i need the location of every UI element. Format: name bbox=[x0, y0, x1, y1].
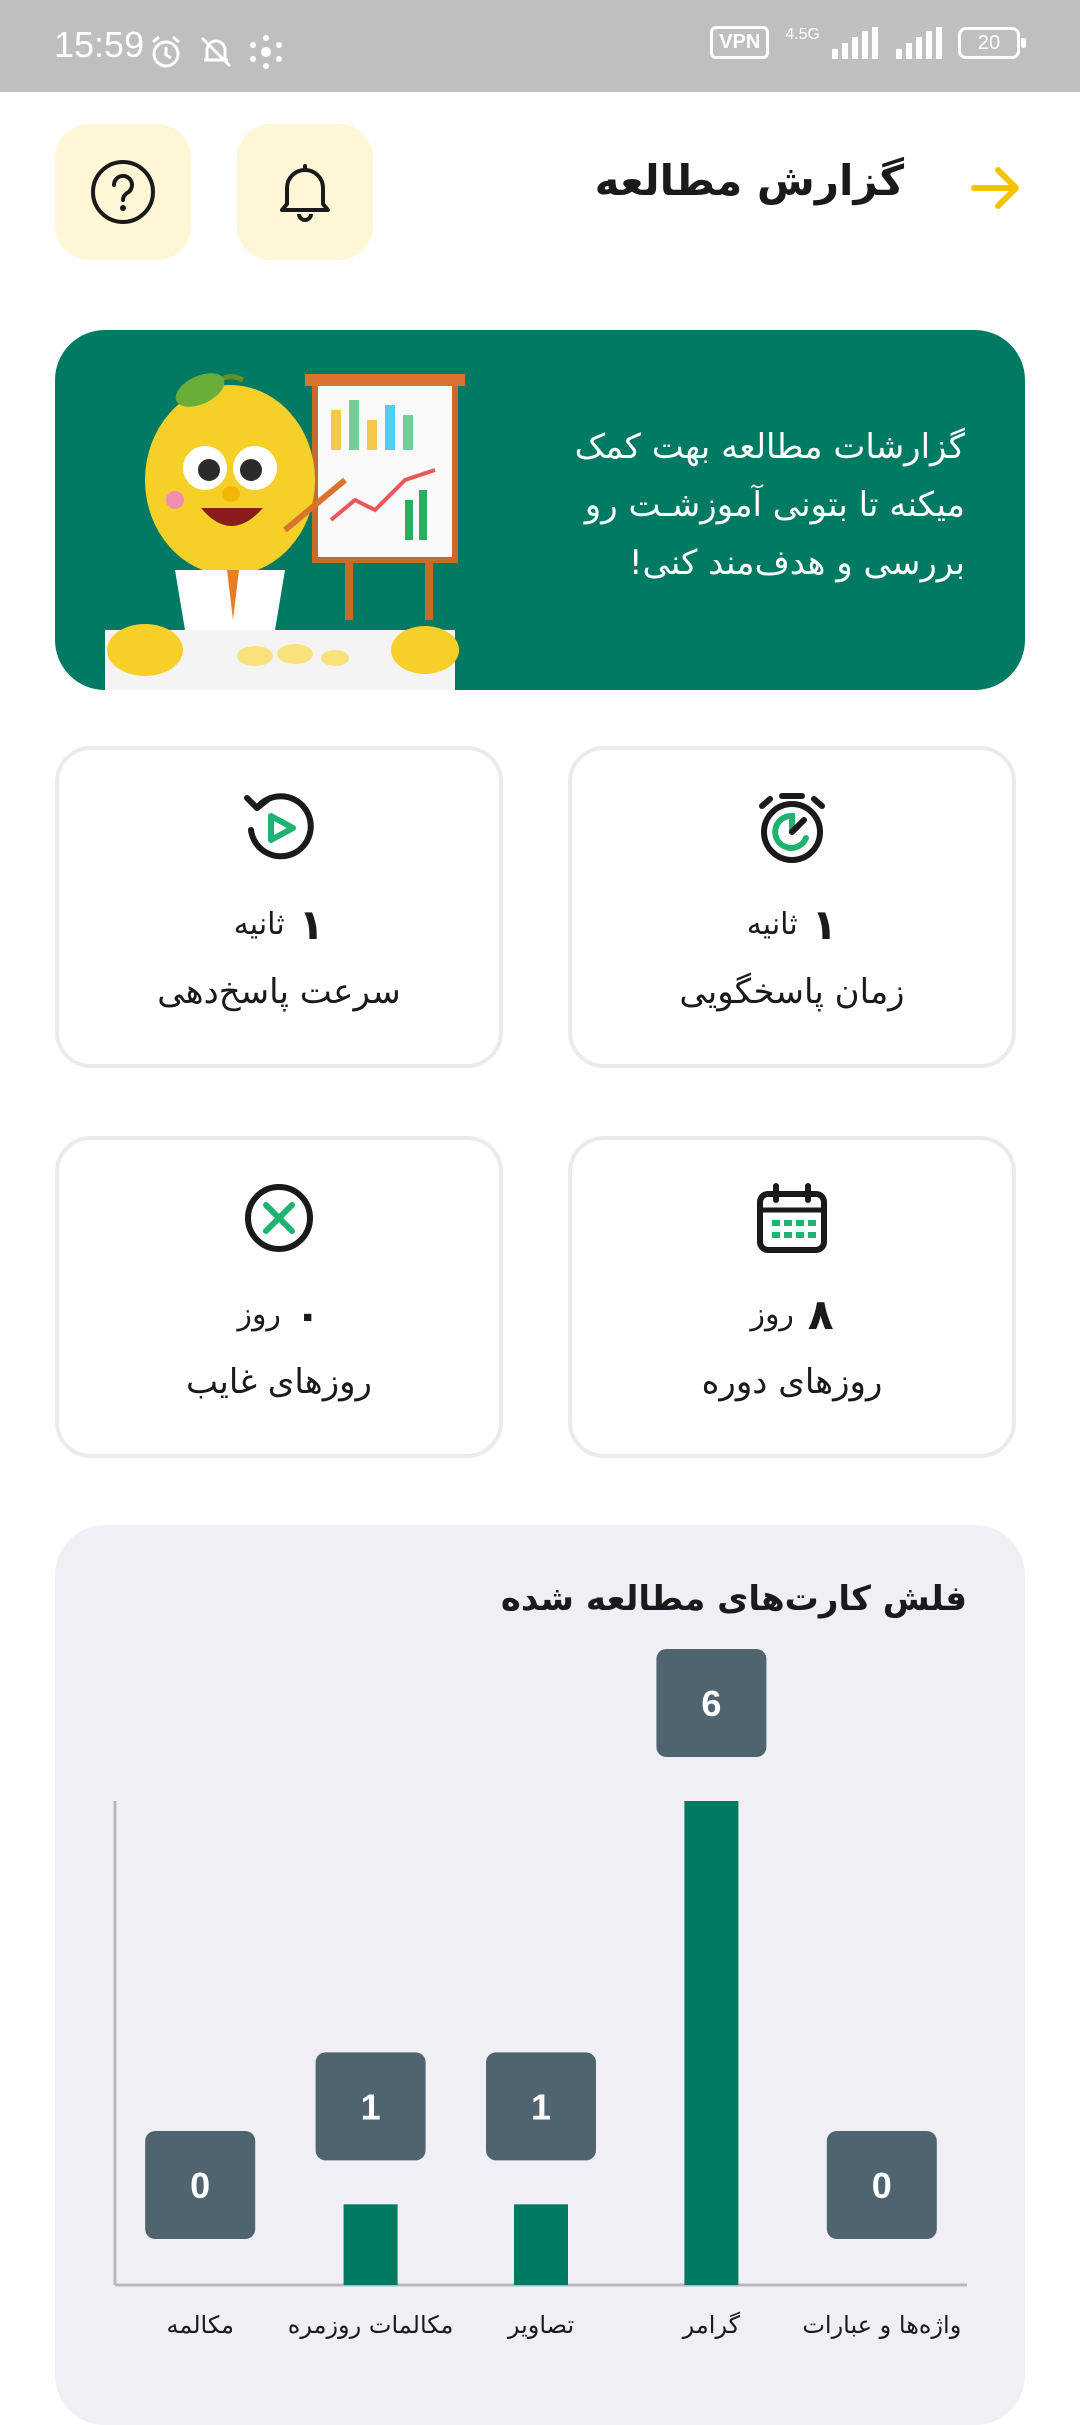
stat-unit: روز bbox=[237, 1297, 281, 1332]
signal-icon-2 bbox=[896, 26, 942, 59]
stat-number: ۰ bbox=[294, 1290, 321, 1339]
stat-value: ۱ ثانیه bbox=[572, 900, 1012, 949]
network-type: 4.5G bbox=[785, 25, 820, 43]
x-tick-label: تصاویر bbox=[507, 2311, 574, 2339]
x-tick-label: مکالمه bbox=[166, 2311, 233, 2339]
stat-label: سرعت پاسخ‌دهی bbox=[157, 972, 401, 1012]
banner-line: بررسی و هدف‌مند کنی! bbox=[628, 543, 965, 583]
bell-icon bbox=[280, 164, 330, 222]
x-tick-label: گرامر bbox=[682, 2311, 741, 2339]
stat-number: ۸ bbox=[807, 1290, 834, 1339]
banner-text: گزارشات مطالعه بهت کمک میکنه تا بتونی آم… bbox=[545, 418, 965, 592]
flashcards-chart-card: فلش کارت‌های مطالعه شده 0 واژه‌ها و عبارا… bbox=[55, 1525, 1025, 2425]
notifications-off-icon bbox=[200, 36, 232, 68]
data-label: 0 bbox=[872, 2165, 892, 2206]
stat-card-response-speed: ۱ ثانیه سرعت پاسخ‌دهی bbox=[55, 746, 503, 1068]
banner-line: گزارشات مطالعه بهت کمک bbox=[574, 427, 965, 467]
data-label: 6 bbox=[701, 1683, 721, 1724]
cancel-icon bbox=[245, 1184, 313, 1252]
stopwatch-icon bbox=[759, 793, 825, 863]
data-label: 1 bbox=[531, 2086, 551, 2127]
chart-bar bbox=[343, 2204, 398, 2285]
stat-label: روزهای غایب bbox=[186, 1362, 372, 1402]
flashcards-bar-chart: 0 واژه‌ها و عبارات 6 گرامر 1 تصاویر 1 مکالمات ر… bbox=[113, 1649, 967, 2339]
stat-unit: ثانیه bbox=[233, 907, 285, 942]
page-title: گزارش مطالعه bbox=[594, 156, 904, 205]
x-tick-label: مکالمات روزمره bbox=[288, 2311, 454, 2339]
status-time: 15:59 bbox=[54, 24, 145, 65]
help-button[interactable] bbox=[55, 124, 191, 260]
stat-label: روزهای دوره bbox=[701, 1362, 883, 1402]
stat-card-absent-days: ۰ روز روزهای غایب bbox=[55, 1136, 503, 1458]
calendar-icon bbox=[757, 1183, 827, 1253]
stat-card-response-time: ۱ ثانیه زمان پاسخگویی bbox=[568, 746, 1016, 1068]
data-label: 0 bbox=[190, 2165, 210, 2206]
replay-icon bbox=[244, 793, 314, 860]
signal-icon bbox=[832, 26, 878, 59]
lemon-mascot-illustration bbox=[105, 373, 465, 690]
alarm-icon bbox=[152, 35, 180, 68]
info-banner: گزارشات مطالعه بهت کمک میکنه تا بتونی آم… bbox=[55, 330, 1025, 690]
stat-card-course-days: ۸ روز روزهای دوره bbox=[568, 1136, 1016, 1458]
stat-unit: ثانیه bbox=[746, 907, 798, 942]
question-icon bbox=[91, 160, 155, 224]
arrow-right-icon[interactable] bbox=[964, 156, 1028, 220]
battery-icon: 20 bbox=[958, 26, 1026, 59]
chart-bar bbox=[684, 1801, 739, 2285]
chart-bar bbox=[514, 2204, 568, 2285]
status-bar: 15:59 VPN 4.5G 20 bbox=[0, 0, 1080, 92]
header: گزارش مطالعه bbox=[0, 92, 1080, 292]
banner-line: میکنه تا بتونی آموزشـت رو bbox=[584, 485, 965, 525]
stat-value: ۱ ثانیه bbox=[59, 900, 499, 949]
stat-unit: روز bbox=[750, 1297, 794, 1332]
x-tick-label: واژه‌ها و عبارات bbox=[802, 2311, 961, 2339]
stat-value: ۸ روز bbox=[572, 1290, 1012, 1339]
stat-number: ۱ bbox=[811, 900, 838, 949]
data-label: 1 bbox=[361, 2086, 381, 2127]
sync-icon bbox=[250, 35, 282, 69]
vpn-badge: VPN bbox=[710, 26, 770, 59]
stat-value: ۰ روز bbox=[59, 1290, 499, 1339]
notification-button[interactable] bbox=[237, 124, 373, 260]
stat-number: ۱ bbox=[298, 900, 325, 949]
stat-label: زمان پاسخگویی bbox=[679, 972, 905, 1012]
